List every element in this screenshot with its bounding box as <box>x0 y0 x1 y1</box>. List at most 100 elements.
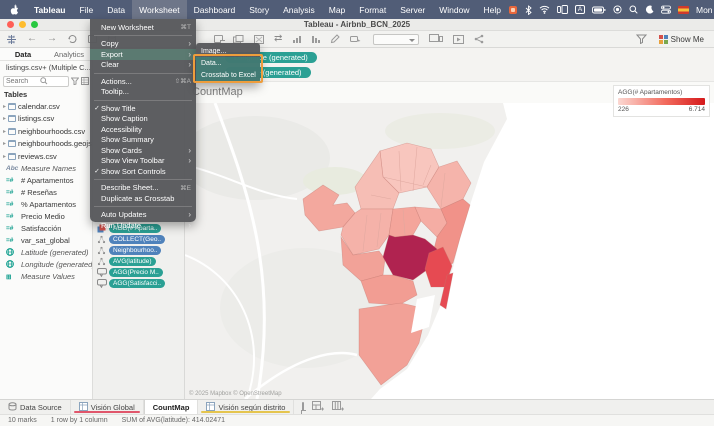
field-row[interactable]: =#Precio Medio <box>0 211 92 223</box>
menu-item-duplicate-as-crosstab[interactable]: Duplicate as Crosstab <box>90 193 196 204</box>
table-row[interactable]: ▸neighbourhoods.geojson <box>0 138 92 151</box>
apple-menu-icon[interactable] <box>0 4 27 15</box>
menu-item-tooltip[interactable]: Tooltip... <box>90 87 196 98</box>
menubar-item-file[interactable]: File <box>73 0 101 19</box>
menu-item-show-title[interactable]: ✓Show Title <box>90 103 196 114</box>
device-preview-icon[interactable] <box>429 34 443 44</box>
menu-item-show-view-toolbar[interactable]: Show View Toolbar› <box>90 156 196 167</box>
sheet-tab-data-source[interactable]: Data Source <box>0 400 71 414</box>
menu-item-show-sort-controls[interactable]: ✓Show Sort Controls <box>90 166 196 177</box>
redo-icon[interactable]: → <box>47 34 57 44</box>
menubar-clock[interactable]: Mon 7 Jul 09:50 <box>696 5 714 15</box>
new-worksheet-tab-icon[interactable] <box>302 403 304 412</box>
menu-item-actions[interactable]: Actions...⇧⌘A <box>90 76 196 87</box>
search-field[interactable] <box>3 76 69 87</box>
menubar-item-server[interactable]: Server <box>393 0 432 19</box>
expand-caret-icon[interactable]: ▸ <box>3 103 6 110</box>
menubar-item-data[interactable]: Data <box>100 0 132 19</box>
field-row[interactable]: =#Satisfacción <box>0 223 92 235</box>
menubar-item-help[interactable]: Help <box>477 0 508 19</box>
table-row[interactable]: ▸neighbourhoods.csv <box>0 125 92 138</box>
stage-manager-icon[interactable] <box>557 5 568 14</box>
bluetooth-icon[interactable] <box>525 5 532 15</box>
control-center-icon[interactable] <box>661 5 671 14</box>
new-dashboard-tab-icon[interactable] <box>312 401 324 413</box>
color-legend-card[interactable]: AGG(# Apartamentos) 226 6.714 <box>613 85 710 117</box>
menu-item-show-cards[interactable]: Show Cards› <box>90 145 196 156</box>
sort-ascending-icon[interactable] <box>292 35 301 44</box>
field-row[interactable]: =## Apartamentos <box>0 175 92 187</box>
marks-pill[interactable]: AGG(Precio M.. <box>109 268 163 277</box>
pane-tab-data[interactable]: Data <box>0 48 46 60</box>
submenu-item-crosstab-to-excel[interactable]: Crosstab to Excel <box>196 69 260 81</box>
field-row[interactable]: =## Reseñas <box>0 187 92 199</box>
menubar-item-analysis[interactable]: Analysis <box>276 0 322 19</box>
share-icon[interactable] <box>474 34 484 44</box>
menubar-item-tableau[interactable]: Tableau <box>27 0 73 19</box>
replay-icon[interactable] <box>67 34 78 44</box>
menu-item-copy[interactable]: Copy› <box>90 39 196 50</box>
expand-caret-icon[interactable]: ▸ <box>3 140 6 147</box>
submenu-item-data[interactable]: Data... <box>196 57 260 69</box>
expand-caret-icon[interactable]: ▸ <box>3 153 6 160</box>
search-input[interactable] <box>6 78 40 85</box>
datasource-row[interactable]: listings.csv+ (Multiple C... <box>0 61 92 74</box>
record-icon[interactable] <box>613 5 622 14</box>
highlight-icon[interactable] <box>330 34 340 44</box>
field-row[interactable]: Longitude (generated) <box>0 259 92 271</box>
show-me-button[interactable]: Show Me <box>659 35 704 44</box>
input-source-icon[interactable]: A <box>575 5 585 14</box>
map-canvas[interactable]: © 2025 Mapbox © OpenStreetMap <box>185 103 714 399</box>
menubar-item-worksheet[interactable]: Worksheet <box>132 0 186 19</box>
marks-pill[interactable]: COLLECT(Geo.. <box>109 235 165 244</box>
new-worksheet-icon[interactable] <box>214 35 223 43</box>
columns-shelf[interactable]: Columns Longitude (generated) <box>185 50 714 65</box>
menu-item-auto-updates[interactable]: Auto Updates› <box>90 210 196 221</box>
menubar-item-dashboard[interactable]: Dashboard <box>187 0 243 19</box>
undo-icon[interactable]: ← <box>27 34 37 44</box>
table-row[interactable]: ▸reviews.csv <box>0 150 92 163</box>
menu-item-show-caption[interactable]: Show Caption <box>90 114 196 125</box>
filter-fields-icon[interactable] <box>71 77 79 85</box>
menubar-item-map[interactable]: Map <box>322 0 353 19</box>
spain-flag-icon[interactable] <box>678 6 689 14</box>
table-row[interactable]: ▸listings.csv <box>0 113 92 126</box>
field-row[interactable]: ⊞Measure Values <box>0 271 92 283</box>
battery-icon[interactable] <box>592 6 606 14</box>
expand-caret-icon[interactable]: ▸ <box>3 115 6 122</box>
menu-item-describe-sheet[interactable]: Describe Sheet...⌘E <box>90 183 196 194</box>
show-labels-icon[interactable] <box>350 35 361 44</box>
sheet-tab-countmap[interactable]: CountMap <box>144 400 199 414</box>
menu-item-accessibility[interactable]: Accessibility <box>90 124 196 135</box>
marks-pill[interactable]: Neighbourhoo.. <box>109 246 161 255</box>
menu-item-run-update[interactable]: Run Update› <box>90 220 196 231</box>
wifi-icon[interactable] <box>539 5 550 14</box>
presentation-mode-icon[interactable] <box>453 35 464 44</box>
menubar-item-window[interactable]: Window <box>432 0 476 19</box>
show-hide-cards-icon[interactable] <box>636 34 647 44</box>
expand-caret-icon[interactable]: ▸ <box>3 128 6 135</box>
view-options-icon[interactable] <box>81 77 89 85</box>
swap-axes-icon[interactable]: ⇄ <box>274 34 282 44</box>
new-story-tab-icon[interactable] <box>332 401 344 413</box>
field-row[interactable]: AbcMeasure Names <box>0 163 92 175</box>
fit-dropdown[interactable] <box>373 34 419 45</box>
rows-shelf[interactable]: Rows Latitude (generated) <box>185 65 714 80</box>
field-row[interactable]: Latitude (generated) <box>0 247 92 259</box>
field-row[interactable]: =#var_sat_global <box>0 235 92 247</box>
marks-pill[interactable]: AVG(latitude) <box>109 257 156 266</box>
menu-item-show-summary[interactable]: Show Summary <box>90 135 196 146</box>
sheet-tab-visi-n-global[interactable]: Visión Global <box>71 400 144 414</box>
sheet-tab-visi-n-seg-n-distrito[interactable]: Visión según distrito <box>198 400 294 414</box>
menubar-item-story[interactable]: Story <box>242 0 276 19</box>
pane-tab-analytics[interactable]: Analytics <box>46 48 92 60</box>
sort-descending-icon[interactable] <box>311 35 320 44</box>
table-row[interactable]: ▸calendar.csv <box>0 100 92 113</box>
app-switcher-icon[interactable] <box>508 5 518 15</box>
marks-pill[interactable]: AGG(Satisfacci.. <box>109 279 165 288</box>
field-row[interactable]: =#% Apartamentos <box>0 199 92 211</box>
search-icon[interactable] <box>629 5 638 14</box>
menu-item-new-worksheet[interactable]: New Worksheet⌘T <box>90 22 196 33</box>
menubar-item-format[interactable]: Format <box>352 0 393 19</box>
menu-item-clear[interactable]: Clear› <box>90 60 196 71</box>
